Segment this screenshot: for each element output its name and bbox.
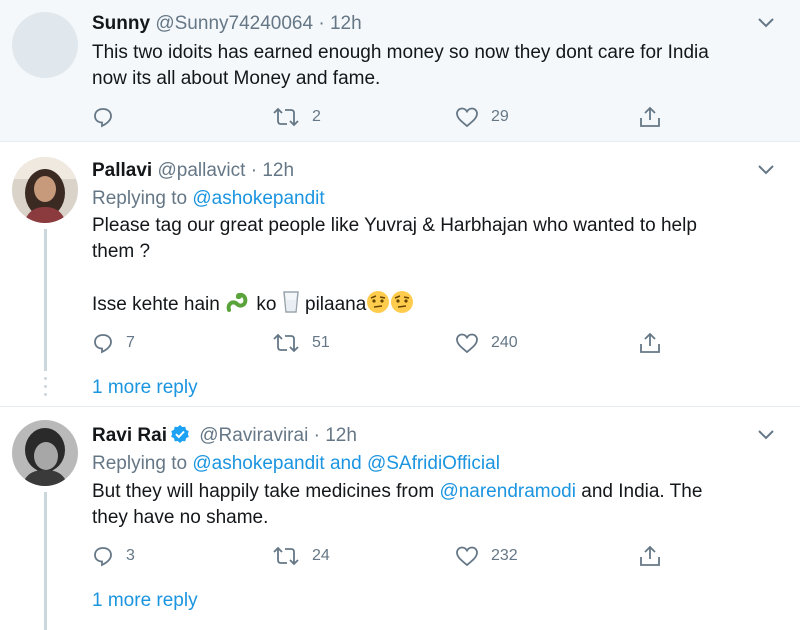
avatar[interactable] <box>12 157 78 223</box>
reply-count: 3 <box>126 547 135 564</box>
separator-dot: · <box>250 160 258 181</box>
reply-button[interactable]: 7 <box>92 330 135 356</box>
thread-dots <box>43 377 48 401</box>
like-count: 232 <box>491 547 518 564</box>
tweet-header: Pallavi @pallavict · 12h <box>92 159 294 183</box>
tweet-text-line: now its all about Money and fame. <box>92 68 381 89</box>
reply-button[interactable]: 3 <box>92 543 135 569</box>
replying-prefix: Replying to <box>92 453 188 474</box>
show-more-replies-link[interactable]: 1 more reply <box>92 375 198 401</box>
text-fragment: Isse kehte hain <box>92 294 220 315</box>
milk-glass-emoji <box>282 291 299 313</box>
retweet-icon <box>273 333 299 353</box>
like-button[interactable]: 29 <box>455 104 509 130</box>
replying-to: Replying to @ashokepandit <box>92 186 325 212</box>
tweet-text-line: they have no shame. <box>92 507 269 528</box>
tweet-text-line: them ? <box>92 241 151 262</box>
retweet-count: 2 <box>312 108 321 125</box>
tweet-text: Please tag our great people like Yuvraj … <box>92 213 772 265</box>
replying-and[interactable]: and <box>330 453 362 474</box>
share-icon <box>640 106 660 127</box>
verified-badge-icon <box>171 425 189 443</box>
reply-button[interactable] <box>92 104 126 130</box>
tweet-header: Ravi Rai @Raviravirai · 12h <box>92 424 357 448</box>
caret-down-icon[interactable] <box>758 18 774 28</box>
tweet-text-line: This two idoits has earned enough money … <box>92 42 709 63</box>
retweet-count: 51 <box>312 334 330 351</box>
separator-dot: · <box>318 13 325 34</box>
caret-down-icon[interactable] <box>758 430 774 440</box>
mention-link[interactable]: @ashokepandit <box>192 453 324 474</box>
replying-prefix: Replying to <box>92 188 188 209</box>
retweet-count: 24 <box>312 547 330 564</box>
tweet-text: This two idoits has earned enough money … <box>92 40 772 92</box>
text-fragment: pilaana <box>305 294 367 315</box>
replying-to: Replying to @ashokepandit and @SAfridiOf… <box>92 451 500 477</box>
like-count: 240 <box>491 334 518 351</box>
like-count: 29 <box>491 108 509 125</box>
show-more-replies-link[interactable]: 1 more reply <box>92 588 198 614</box>
tweet-ravi-rai[interactable]: Ravi Rai @Raviravirai · 12h Replying to … <box>0 408 800 630</box>
timestamp[interactable]: 12h <box>262 160 294 181</box>
mention-link[interactable]: @narendramodi <box>439 481 576 502</box>
text-fragment: ko <box>256 294 277 315</box>
tweet-text-line: But they will happily take medicines fro… <box>92 479 772 505</box>
avatar[interactable] <box>12 12 78 78</box>
display-name[interactable]: Sunny <box>92 13 150 34</box>
share-icon <box>640 332 660 353</box>
text-fragment: But they will happily take medicines fro… <box>92 481 435 502</box>
retweet-icon <box>273 546 299 566</box>
retweet-icon <box>273 107 299 127</box>
user-handle[interactable]: @Sunny74240064 <box>155 13 313 34</box>
like-icon <box>456 333 478 354</box>
tweet-text-line-emoji: Isse kehte hain ko pilaana <box>92 290 772 318</box>
tweet-sunny[interactable]: Sunny @Sunny74240064 · 12h This two idoi… <box>0 0 800 142</box>
user-handle[interactable]: @pallavict <box>158 160 246 181</box>
timestamp[interactable]: 12h <box>330 13 362 34</box>
snake-emoji <box>226 292 248 312</box>
share-button[interactable] <box>638 543 662 569</box>
like-icon <box>456 546 478 567</box>
like-icon <box>456 107 478 128</box>
retweet-button[interactable]: 24 <box>272 543 330 569</box>
like-button[interactable]: 240 <box>455 330 518 356</box>
thread-dots <box>43 584 48 608</box>
tweet-header: Sunny @Sunny74240064 · 12h <box>92 12 362 36</box>
tweet-text-line: Please tag our great people like Yuvraj … <box>92 215 697 236</box>
mention-link[interactable]: @SAfridiOfficial <box>367 453 500 474</box>
timestamp[interactable]: 12h <box>325 425 357 446</box>
user-handle[interactable]: @Raviravirai <box>199 425 308 446</box>
retweet-button[interactable]: 2 <box>272 104 321 130</box>
tweet-text: But they will happily take medicines fro… <box>92 479 772 531</box>
retweet-button[interactable]: 51 <box>272 330 330 356</box>
share-icon <box>640 545 660 566</box>
thread-line <box>44 492 47 630</box>
raised-eyebrow-emoji <box>367 291 390 313</box>
mention-link[interactable]: @ashokepandit <box>192 188 324 209</box>
display-name[interactable]: Ravi Rai <box>92 425 167 446</box>
reply-icon <box>94 334 112 354</box>
avatar[interactable] <box>12 420 78 486</box>
separator-dot: · <box>313 425 320 446</box>
caret-down-icon[interactable] <box>758 165 774 175</box>
thread-line <box>44 229 47 371</box>
like-button[interactable]: 232 <box>455 543 518 569</box>
reply-count: 7 <box>126 334 135 351</box>
raised-eyebrow-emoji <box>391 291 414 313</box>
share-button[interactable] <box>638 104 662 130</box>
display-name[interactable]: Pallavi <box>92 160 152 181</box>
text-fragment: and India. The <box>581 481 703 502</box>
share-button[interactable] <box>638 330 662 356</box>
tweet-pallavi[interactable]: Pallavi @pallavict · 12h Replying to @as… <box>0 143 800 407</box>
reply-icon <box>94 108 112 128</box>
reply-icon <box>94 547 112 567</box>
